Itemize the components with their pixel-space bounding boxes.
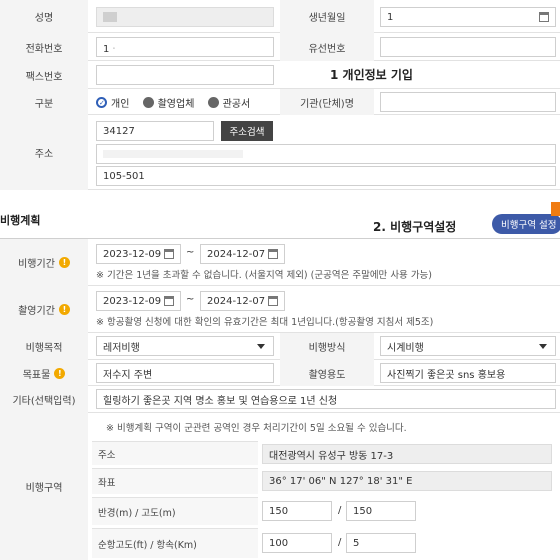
calendar-icon[interactable] <box>268 296 278 306</box>
zone-addr-label: 주소 <box>92 441 258 465</box>
shoot-start-input[interactable]: 2023-12-09 <box>96 291 181 311</box>
row-flight-period: 비행기간! 2023-12-09 ~ 2024-12-07 ※ 기간은 1년을 … <box>0 239 560 286</box>
shoot-period-note: ※ 항공촬영 신청에 대한 확인의 유효기간은 최대 1년입니다.(항공촬영 지… <box>96 317 434 328</box>
zone-label: 비행구역 <box>0 413 88 560</box>
range-tilde: ~ <box>186 247 195 258</box>
address-main-input[interactable] <box>96 144 556 164</box>
range-tilde: ~ <box>186 294 195 305</box>
row-purpose: 비행목적 레저비행 비행방식 시계비행 <box>0 333 560 360</box>
flight-start-input[interactable]: 2023-12-09 <box>96 244 181 264</box>
warning-icon: ! <box>58 304 70 315</box>
method-select[interactable]: 시계비행 <box>380 336 556 356</box>
chevron-down-icon <box>257 344 265 349</box>
slash: / <box>338 505 342 516</box>
row-type: 구분 ✓ 개인 촬영업체 관공서 기관(단체)명 <box>0 89 560 115</box>
calendar-icon[interactable] <box>268 249 278 259</box>
calendar-icon[interactable] <box>539 12 549 22</box>
name-label: 성명 <box>0 0 88 33</box>
coord-input[interactable]: 36° 17' 06" N 127° 18' 31" E <box>262 471 552 491</box>
zone-note: ※ 비행계획 구역이 군관련 공역인 경우 처리기간이 5일 소요될 수 있습니… <box>106 423 407 434</box>
zip-input[interactable]: 34127 <box>96 121 214 141</box>
coord-label: 좌표 <box>92 468 258 494</box>
flight-period-label: 비행기간! <box>0 239 88 286</box>
target-input[interactable]: 저수지 주변 <box>96 363 274 383</box>
notification-badge <box>551 202 560 216</box>
birth-label: 생년월일 <box>280 0 374 33</box>
phone-input[interactable]: 1ᆞ <box>96 37 274 57</box>
flight-period-note: ※ 기간은 1년을 초과할 수 없습니다. (서울지역 제외) (군공역은 주말… <box>96 270 433 281</box>
row-target: 목표물! 저수지 주변 촬영용도 사진찍기 좋은곳 sns 홍보용 <box>0 360 560 386</box>
radius-label: 반경(m) / 고도(m) <box>92 497 258 525</box>
row-name: 성명 생년월일 1 <box>0 0 560 33</box>
section-title: 비행계획 <box>0 214 41 227</box>
personal-info-callout: 1 개인정보 기입 <box>330 68 413 82</box>
type-radio-group: ✓ 개인 촬영업체 관공서 <box>96 95 260 110</box>
row-phone: 전화번호 1ᆞ 유선번호 <box>0 33 560 61</box>
calendar-icon[interactable] <box>164 249 174 259</box>
warning-icon: ! <box>58 257 70 268</box>
slash: / <box>338 537 342 548</box>
etc-label: 기타(선택입력) <box>0 386 88 413</box>
shoot-end-input[interactable]: 2024-12-07 <box>200 291 285 311</box>
purpose-select[interactable]: 레저비행 <box>96 336 274 356</box>
method-label: 비행방식 <box>280 333 374 360</box>
calendar-icon[interactable] <box>164 296 174 306</box>
radius-input[interactable]: 150 <box>262 501 332 521</box>
purpose-label: 비행목적 <box>0 333 88 360</box>
row-zone: 비행구역 ※ 비행계획 구역이 군관련 공역인 경우 처리기간이 5일 소요될 … <box>0 413 560 560</box>
zone-callout: 2. 비행구역설정 <box>373 220 457 234</box>
radio-company[interactable] <box>142 97 154 108</box>
radio-government-label: 관공서 <box>222 99 251 110</box>
address-label: 주소 <box>0 115 88 190</box>
radio-individual-label: 개인 <box>111 99 130 110</box>
birth-input[interactable]: 1 <box>380 7 556 27</box>
address-search-button[interactable]: 주소검색 <box>221 121 273 141</box>
altitude-input[interactable]: 150 <box>346 501 416 521</box>
org-input[interactable] <box>380 92 556 112</box>
speed-input[interactable]: 5 <box>346 533 416 553</box>
phone-label: 전화번호 <box>0 33 88 61</box>
shoot-period-label: 촬영기간! <box>0 286 88 333</box>
row-etc: 기타(선택입력) 힐링하기 좋은곳 지역 명소 홍보 및 연습용으로 1년 신청 <box>0 386 560 413</box>
fax-label: 팩스번호 <box>0 61 88 89</box>
zone-addr-input[interactable]: 대전광역시 유성구 방동 17-3 <box>262 444 552 464</box>
fax-input[interactable] <box>96 65 274 85</box>
use-label: 촬영용도 <box>280 360 374 386</box>
radio-government[interactable] <box>207 97 219 108</box>
etc-input[interactable]: 힐링하기 좋은곳 지역 명소 홍보 및 연습용으로 1년 신청 <box>96 389 556 409</box>
org-label: 기관(단체)명 <box>280 89 374 115</box>
use-input[interactable]: 사진찍기 좋은곳 sns 홍보용 <box>380 363 556 383</box>
row-address: 주소 34127 주소검색 105-501 <box>0 115 560 190</box>
landline-label: 유선번호 <box>280 33 374 61</box>
target-label: 목표물! <box>0 360 88 386</box>
name-input[interactable] <box>96 7 274 27</box>
row-shoot-period: 촬영기간! 2023-12-09 ~ 2024-12-07 ※ 항공촬영 신청에… <box>0 286 560 333</box>
cruise-input[interactable]: 100 <box>262 533 332 553</box>
cruise-label: 순항고도(ft) / 항속(Km) <box>92 528 258 558</box>
flight-end-input[interactable]: 2024-12-07 <box>200 244 285 264</box>
landline-input[interactable] <box>380 37 556 57</box>
row-fax: 팩스번호 1 개인정보 기입 <box>0 61 560 89</box>
zone-setting-button[interactable]: 비행구역 설정 <box>492 214 560 234</box>
radio-individual[interactable]: ✓ <box>96 97 107 108</box>
chevron-down-icon <box>539 344 547 349</box>
address-detail-input[interactable]: 105-501 <box>96 166 556 186</box>
warning-icon: ! <box>54 367 66 379</box>
type-label: 구분 <box>0 89 88 115</box>
zone-setting-button-label: 비행구역 설정 <box>501 220 557 231</box>
radio-company-label: 촬영업체 <box>157 99 195 110</box>
